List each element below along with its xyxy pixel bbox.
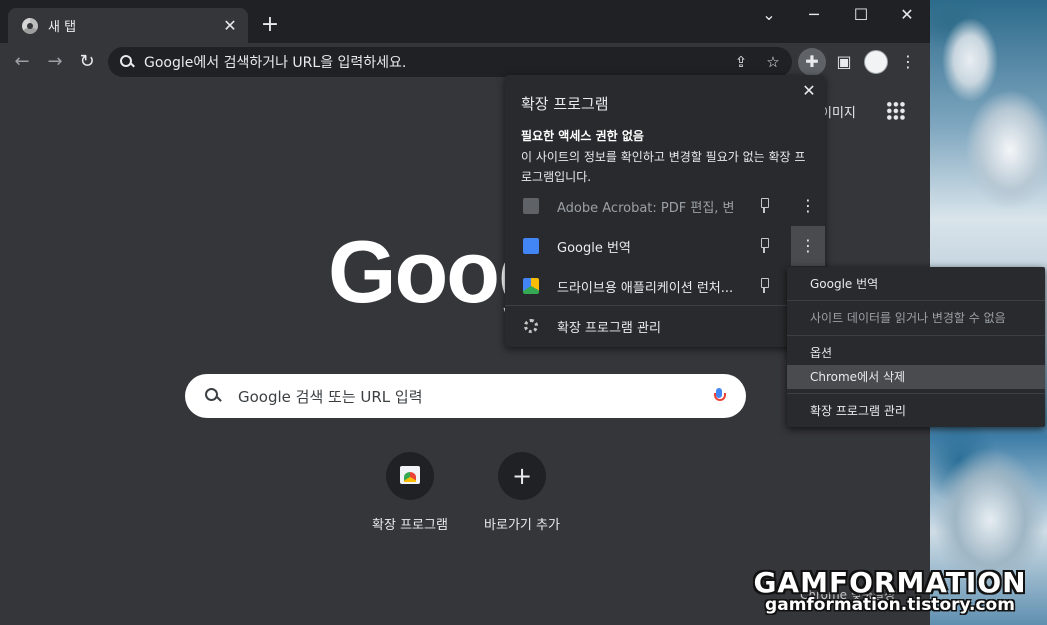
more-options-icon[interactable]: ⋮ — [791, 226, 825, 266]
extension-name: 드라이브용 애플리케이션 런처... — [557, 280, 733, 296]
search-icon — [205, 388, 221, 404]
tab-strip: 새 탭 ✕ + ⌄ ─ ☐ ✕ — [0, 0, 930, 43]
more-options-icon[interactable]: ⋮ — [791, 186, 825, 226]
close-window-button[interactable]: ✕ — [892, 5, 922, 25]
watermark: GAMFORMATION gamformation.tistory.com — [740, 566, 1040, 615]
tab-search-icon[interactable]: ⌄ — [754, 5, 784, 25]
omnibox[interactable]: Google에서 검색하거나 URL을 입력하세요. ⇪ ☆ — [108, 47, 792, 77]
shortcut-label: 확장 프로그램 — [372, 518, 448, 533]
reload-button[interactable]: ↻ — [74, 49, 100, 75]
divider — [787, 300, 1045, 301]
extension-name: Adobe Acrobat: PDF 편집, 변... — [557, 200, 733, 216]
plus-icon: + — [511, 462, 533, 490]
omnibox-placeholder[interactable]: Google에서 검색하거나 URL을 입력하세요. — [144, 52, 728, 72]
profile-avatar[interactable] — [864, 50, 888, 74]
extension-row-drive-launcher[interactable]: 드라이브용 애플리케이션 런처... ⋮ — [505, 266, 825, 306]
shortcut-tile[interactable] — [386, 452, 434, 500]
popup-title: 확장 프로그램 — [521, 95, 609, 113]
close-icon[interactable]: ✕ — [799, 81, 819, 101]
google-translate-icon — [523, 238, 539, 254]
extensions-puzzle-icon[interactable]: ✚ — [798, 48, 826, 76]
maximize-button[interactable]: ☐ — [846, 5, 876, 25]
shortcut-add[interactable]: + 바로가기 추가 — [472, 452, 572, 533]
ntp-search-box[interactable]: Google 검색 또는 URL 입력 — [185, 374, 746, 418]
access-description: 이 사이트의 정보를 확인하고 변경할 필요가 없는 확장 프로그램입니다. — [521, 150, 806, 184]
tab-close-icon[interactable]: ✕ — [220, 16, 240, 36]
access-subheading: 필요한 액세스 권한 없음 — [521, 129, 644, 143]
manage-extensions-button[interactable]: 확장 프로그램 관리 — [505, 307, 825, 345]
menu-item-extension-name[interactable]: Google 번역 — [787, 272, 1045, 296]
pin-icon[interactable] — [759, 238, 769, 254]
new-tab-button[interactable]: + — [258, 13, 282, 37]
shortcut-label: 바로가기 추가 — [484, 518, 560, 533]
forward-button[interactable]: → — [42, 49, 68, 75]
chrome-icon — [22, 17, 38, 34]
pin-icon[interactable] — [759, 198, 769, 214]
extension-row-adobe[interactable]: Adobe Acrobat: PDF 편집, 변... ⋮ — [505, 186, 825, 226]
extensions-popup: 확장 프로그램 ✕ 필요한 액세스 권한 없음 이 사이트의 정보를 확인하고 … — [505, 75, 825, 347]
bookmark-star-icon[interactable]: ☆ — [760, 49, 786, 75]
minimize-button[interactable]: ─ — [799, 5, 829, 25]
shortcut-extensions[interactable]: 확장 프로그램 — [360, 452, 460, 533]
divider — [505, 305, 825, 306]
images-link[interactable]: 이미지 — [820, 102, 856, 121]
share-icon[interactable]: ⇪ — [728, 49, 754, 75]
divider — [787, 393, 1045, 394]
extension-row-google-translate[interactable]: Google 번역 ⋮ — [505, 226, 825, 266]
tab-new-tab[interactable]: 새 탭 ✕ — [8, 8, 248, 43]
google-drive-icon — [523, 278, 539, 294]
microphone-icon[interactable] — [714, 388, 726, 404]
web-store-icon — [400, 466, 420, 484]
menu-item-site-access: 사이트 데이터를 읽거나 변경할 수 없음 — [810, 311, 1006, 325]
side-panel-icon[interactable]: ▣ — [830, 48, 858, 76]
tab-title: 새 탭 — [48, 20, 77, 35]
back-button[interactable]: ← — [9, 49, 35, 75]
menu-item-remove-from-chrome[interactable]: Chrome에서 삭제 — [787, 365, 1045, 389]
manage-extensions-label: 확장 프로그램 관리 — [557, 320, 661, 336]
search-placeholder[interactable]: Google 검색 또는 URL 입력 — [238, 386, 714, 407]
extension-name: Google 번역 — [557, 240, 631, 256]
shortcut-tile[interactable]: + — [498, 452, 546, 500]
gear-icon — [524, 319, 538, 333]
apps-grid-icon[interactable] — [886, 101, 906, 121]
adobe-acrobat-icon — [523, 198, 539, 214]
search-icon — [120, 55, 134, 69]
extension-context-menu: Google 번역 사이트 데이터를 읽거나 변경할 수 없음 옵션 Chrom… — [787, 267, 1045, 427]
divider — [787, 335, 1045, 336]
pin-icon[interactable] — [759, 278, 769, 294]
menu-item-manage-extensions[interactable]: 확장 프로그램 관리 — [787, 399, 1045, 423]
menu-item-options[interactable]: 옵션 — [787, 341, 1045, 365]
watermark-url: gamformation.tistory.com — [765, 595, 1015, 615]
chrome-menu-icon[interactable]: ⋮ — [894, 48, 922, 76]
